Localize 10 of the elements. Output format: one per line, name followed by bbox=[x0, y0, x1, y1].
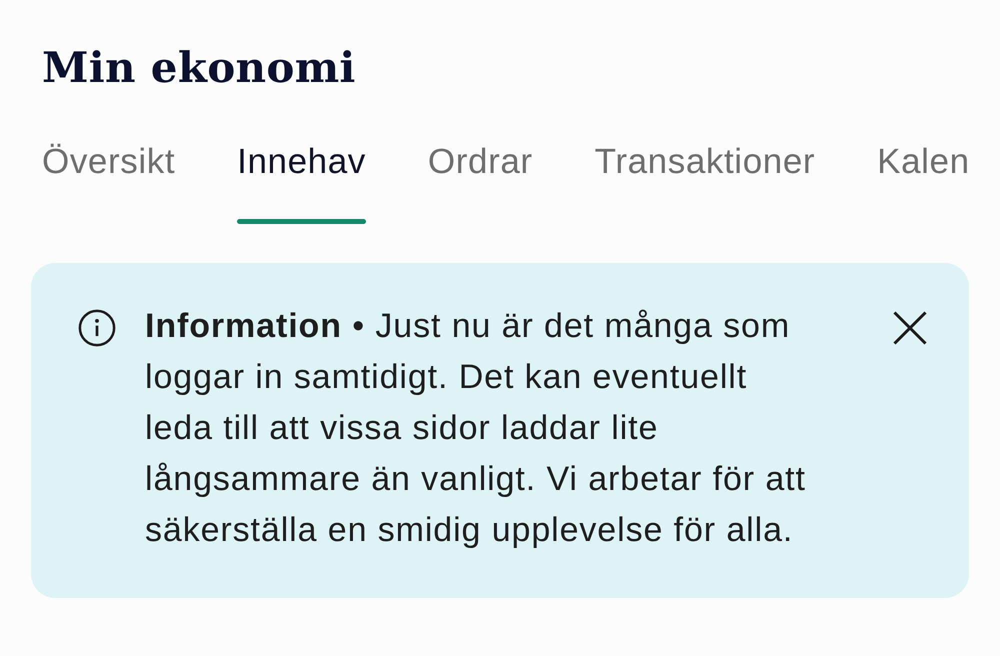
info-message: Information • Just nu är det många som loggar in samtidigt. Det kan eventuellt leda till att vissa sidor laddar lite långsammare än vanligt. Vi arbetar för att säkerställa en smidig upplevelse för alla. bbox=[145, 306, 807, 551]
tab[interactable]: Transaktioner bbox=[594, 142, 816, 224]
tab[interactable]: Översikt bbox=[42, 142, 176, 224]
tab[interactable]: Ordrar bbox=[428, 142, 533, 224]
info-icon bbox=[78, 309, 116, 347]
close-icon bbox=[893, 311, 927, 345]
page-title: Min ekonomi bbox=[42, 42, 356, 94]
close-button[interactable] bbox=[893, 311, 927, 345]
tab[interactable]: Kalen bbox=[877, 142, 970, 224]
tab[interactable]: Innehav bbox=[237, 142, 366, 224]
